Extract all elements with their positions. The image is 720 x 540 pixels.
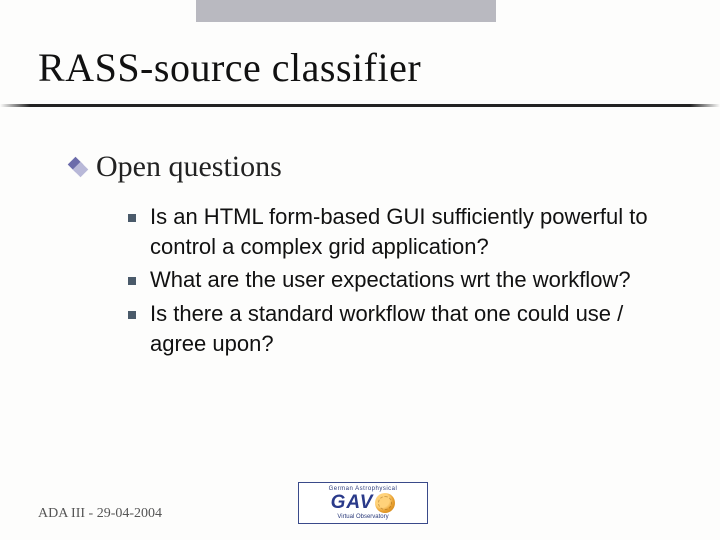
logo-main: GAV (331, 492, 396, 514)
square-bullet-icon (128, 277, 136, 285)
square-bullet-icon (128, 214, 136, 222)
logo-bottom-text: Virtual Observatory (337, 514, 388, 520)
footer: ADA III - 29-04-2004 German Astrophysica… (38, 506, 682, 522)
globe-icon (375, 493, 395, 513)
bullet-text: Is there a standard workflow that one co… (150, 299, 660, 358)
bullet-list: Is an HTML form-based GUI sufficiently p… (128, 202, 660, 358)
logo-text: GAV (331, 492, 374, 514)
bullet-text: Is an HTML form-based GUI sufficiently p… (150, 202, 660, 261)
list-item: Is an HTML form-based GUI sufficiently p… (128, 202, 660, 261)
section-heading-row: Open questions (70, 150, 660, 184)
content-section: Open questions Is an HTML form-based GUI… (70, 150, 660, 362)
footer-text: ADA III - 29-04-2004 (38, 506, 162, 522)
slide-title: RASS-source classifier (38, 46, 421, 90)
decorative-top-bar (196, 0, 496, 22)
diamond-bullet-icon (70, 159, 86, 175)
list-item: What are the user expectations wrt the w… (128, 265, 660, 295)
slide: RASS-source classifier Open questions Is… (0, 0, 720, 540)
list-item: Is there a standard workflow that one co… (128, 299, 660, 358)
square-bullet-icon (128, 311, 136, 319)
section-heading: Open questions (96, 150, 282, 184)
gavo-logo: German Astrophysical GAV Virtual Observa… (298, 482, 428, 524)
title-underline (0, 104, 720, 107)
bullet-text: What are the user expectations wrt the w… (150, 265, 631, 295)
